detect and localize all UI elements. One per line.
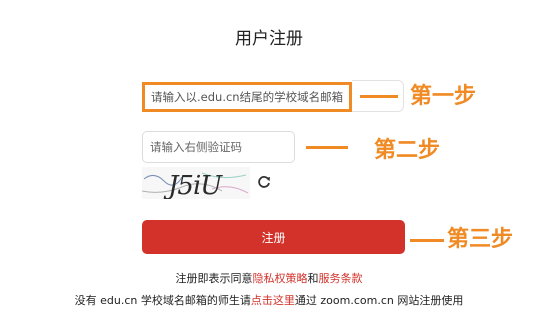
terms-of-service-link[interactable]: 服务条款 (319, 272, 363, 285)
register-button[interactable]: 注册 (142, 220, 405, 254)
captcha-graphic: J5iU (141, 167, 250, 201)
captcha-input[interactable] (142, 131, 295, 163)
step2-pointer-line (306, 146, 348, 149)
step2-label: 第二步 (374, 138, 441, 163)
agreement-and: 和 (307, 272, 319, 285)
footer-text-2: 通过 zoom.com.cn 网站注册使用 (294, 294, 464, 307)
captcha-image[interactable]: J5iU (141, 167, 250, 201)
step3-pointer-line (410, 239, 444, 242)
privacy-policy-link[interactable]: 隐私权策略 (253, 272, 308, 285)
step1-pointer-line (360, 95, 398, 98)
step1-label: 第一步 (410, 84, 477, 109)
page-title: 用户注册 (235, 29, 303, 49)
email-field-highlight (142, 82, 352, 112)
captcha-text: J5iU (163, 171, 223, 199)
refresh-icon[interactable] (256, 174, 272, 190)
footer-note: 没有 edu.cn 学校域名邮箱的师生请点击这里通过 zoom.com.cn 网… (0, 292, 538, 308)
agreement-text: 注册即表示同意隐私权策略和服务条款 (0, 270, 538, 286)
agreement-prefix: 注册即表示同意 (175, 272, 253, 285)
click-here-link[interactable]: 点击这里 (251, 294, 295, 307)
step3-label: 第三步 (447, 227, 514, 252)
footer-text-1: 没有 edu.cn 学校域名邮箱的师生请 (74, 294, 251, 307)
email-field[interactable] (145, 85, 349, 109)
